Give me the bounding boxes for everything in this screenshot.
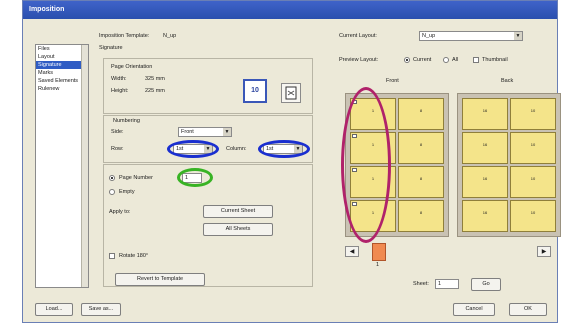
width-label: Width: xyxy=(111,76,127,82)
imposition-dialog: Imposition Files Layout Signature Marks … xyxy=(22,0,561,323)
page-thumbnail[interactable]: 16 xyxy=(462,132,508,164)
front-label: Front xyxy=(386,78,399,84)
template-label: Imposition Template: xyxy=(99,33,150,39)
go-button[interactable]: Go xyxy=(471,278,501,291)
current-sheet-button[interactable]: Current Sheet xyxy=(203,205,273,218)
side-label: Side: xyxy=(111,129,124,135)
revert-to-template-button[interactable]: Revert to Template xyxy=(115,273,205,286)
dialog-title: Imposition xyxy=(23,1,557,19)
current-layout-label: Current Layout: xyxy=(339,33,377,39)
front-column-highlight-oval xyxy=(341,87,391,243)
portrait-orientation-button[interactable]: 10 xyxy=(243,79,267,103)
apply-to-label: Apply to: xyxy=(109,209,131,215)
empty-label: Empty xyxy=(119,189,135,195)
category-list[interactable]: Files Layout Signature Marks Saved Eleme… xyxy=(35,44,89,288)
row-label: Row: xyxy=(111,146,124,152)
sheet-indicator[interactable] xyxy=(372,243,386,261)
arrow-left-icon: ◀ xyxy=(349,249,355,255)
column-label: Column: xyxy=(226,146,247,152)
preview-layout-label: Preview Layout: xyxy=(339,57,379,63)
height-label: Height: xyxy=(111,88,129,94)
ok-button[interactable]: OK xyxy=(509,303,547,316)
chevron-down-icon: ▼ xyxy=(514,32,522,40)
row-highlight-oval xyxy=(167,140,219,158)
page-number-label: Page Number xyxy=(119,175,153,181)
page-thumbnail[interactable]: 10 xyxy=(510,132,556,164)
thumbnail-label: Thumbnail xyxy=(482,57,508,63)
current-layout-select[interactable]: N_up ▼ xyxy=(419,31,523,41)
sheet-number-field[interactable]: 1 xyxy=(435,279,459,289)
landscape-orientation-button[interactable] xyxy=(281,83,301,103)
template-value: N_up xyxy=(163,33,177,39)
chevron-down-icon: ▼ xyxy=(223,128,231,136)
save-as-button[interactable]: Save as... xyxy=(81,303,121,316)
page-thumbnail[interactable]: 10 xyxy=(510,166,556,198)
page-thumbnail[interactable]: 8 xyxy=(398,200,444,232)
width-value: 325 mm xyxy=(145,76,165,82)
sheet-indicator-number: 1 xyxy=(376,262,380,268)
thumbnail-checkbox[interactable] xyxy=(473,57,479,63)
page-thumbnail[interactable]: 16 xyxy=(462,166,508,198)
height-value: 225 mm xyxy=(145,88,165,94)
current-layout-value: N_up xyxy=(422,33,436,39)
preview-current-label: Current xyxy=(413,57,432,63)
page-thumbnail[interactable]: 10 xyxy=(510,98,556,130)
page-thumbnail[interactable]: 8 xyxy=(398,132,444,164)
portrait-orientation-icon: 10 xyxy=(251,87,259,94)
load-button[interactable]: Load... xyxy=(35,303,73,316)
page-thumbnail[interactable]: 16 xyxy=(462,98,508,130)
preview-all-label: All xyxy=(452,57,459,63)
column-highlight-oval xyxy=(258,140,310,158)
page-number-highlight-oval xyxy=(177,168,213,187)
sidebar-scrollbar[interactable] xyxy=(81,45,88,287)
arrow-right-icon: ▶ xyxy=(541,249,547,255)
next-sheet-button[interactable]: ▶ xyxy=(537,246,551,257)
preview-current-radio[interactable] xyxy=(404,57,410,63)
page-orientation-title: Page Orientation xyxy=(111,64,153,70)
sheet-label: Sheet: xyxy=(413,281,429,287)
signature-label: Signature xyxy=(99,45,123,51)
preview-all-radio[interactable] xyxy=(443,57,449,63)
page-number-radio[interactable] xyxy=(109,175,115,181)
page-thumbnail[interactable]: 8 xyxy=(398,98,444,130)
landscape-orientation-icon xyxy=(285,86,297,100)
page-thumbnail[interactable]: 16 xyxy=(462,200,508,232)
rotate-checkbox[interactable] xyxy=(109,253,115,259)
empty-radio[interactable] xyxy=(109,189,115,195)
rotate-label: Rotate 180° xyxy=(119,253,149,259)
previous-sheet-button[interactable]: ◀ xyxy=(345,246,359,257)
side-value: Front xyxy=(181,129,194,135)
page-thumbnail[interactable]: 10 xyxy=(510,200,556,232)
all-sheets-button[interactable]: All Sheets xyxy=(203,223,273,236)
side-select[interactable]: Front ▼ xyxy=(178,127,232,137)
page-thumbnail[interactable]: 8 xyxy=(398,166,444,198)
cancel-button[interactable]: Cancel xyxy=(453,303,495,316)
back-label: Back xyxy=(501,78,514,84)
back-sheet-preview[interactable]: 16 10 16 10 16 10 16 10 xyxy=(457,93,561,237)
numbering-title: Numbering xyxy=(113,118,140,124)
